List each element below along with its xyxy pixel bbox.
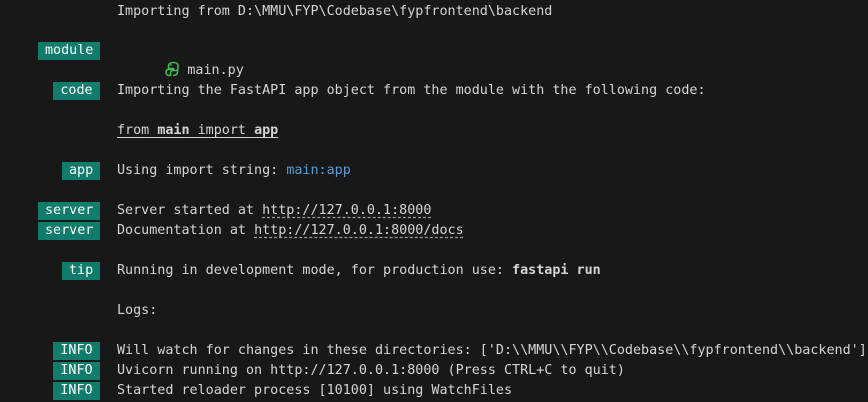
snippet-app: app [254,123,279,138]
python-icon [165,61,180,77]
info-line-2: INFO Uvicorn running on http://127.0.0.1… [0,361,868,381]
tip-text: Running in development mode, for product… [117,261,601,281]
snippet-from: from [117,123,150,138]
server-line-2: server Documentation at http://127.0.0.1… [0,221,868,241]
server-text-1: Server started at http://127.0.0.1:8000 [117,201,431,221]
tip-tag: tip [62,262,100,280]
module-line: module main.py [0,41,868,78]
snippet-module: main [157,123,190,138]
logs-line: Logs: [0,301,868,321]
info-tag: INFO [53,382,100,400]
code-snippet-line: from main import app [0,121,868,141]
code-tag: code [53,82,100,100]
info-text-3: Started reloader process [10100] using W… [117,383,513,398]
server-prefix-1: Server started at [117,203,263,218]
app-tag: app [62,162,100,180]
server-url-link[interactable]: http://127.0.0.1:8000 [262,203,431,218]
info-tag: INFO [53,362,100,380]
code-text: Importing the FastAPI app object from th… [117,83,706,98]
import-string: main:app [286,163,351,178]
tip-prefix: Running in development mode, for product… [117,263,513,278]
server-tag: server [38,202,100,220]
info-tag: INFO [53,342,100,360]
terminal-output[interactable]: Importing from D:\MMU\FYP\Codebase\fypfr… [0,0,868,402]
logs-label: Logs: [117,303,158,318]
server-line-1: server Server started at http://127.0.0.… [0,201,868,221]
app-line: app Using import string: main:app [0,161,868,181]
info-text-1: Will watch for changes in these director… [117,343,867,358]
snippet-import: import [197,123,246,138]
tip-line: tip Running in development mode, for pro… [0,261,868,281]
info-line-3: INFO Started reloader process [10100] us… [0,381,868,401]
server-tag: server [38,222,100,240]
app-prefix: Using import string: [117,163,287,178]
code-line: code Importing the FastAPI app object fr… [0,81,868,101]
info-text-2: Uvicorn running on http://127.0.0.1:8000… [117,363,625,378]
importing-text: Importing from D:\MMU\FYP\Codebase\fypfr… [117,4,553,19]
app-text: Using import string: main:app [117,161,351,181]
server-text-2: Documentation at http://127.0.0.1:8000/d… [117,221,464,241]
info-line-1: INFO Will watch for changes in these dir… [0,341,868,361]
module-file: main.py [187,63,244,78]
module-tag: module [38,42,100,60]
code-snippet: from main import app [117,121,278,141]
server-prefix-2: Documentation at [117,223,255,238]
importing-line: Importing from D:\MMU\FYP\Codebase\fypfr… [0,2,868,22]
docs-url-link[interactable]: http://127.0.0.1:8000/docs [254,223,464,238]
tip-command: fastapi run [512,263,601,278]
